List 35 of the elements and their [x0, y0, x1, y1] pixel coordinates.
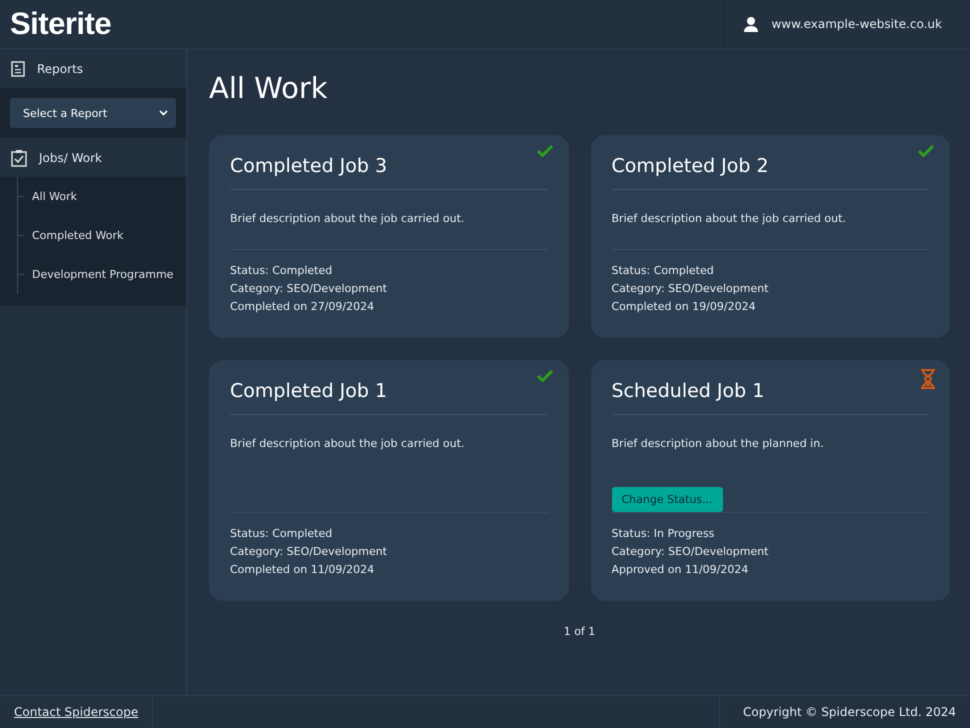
- card-title: Completed Job 1: [230, 380, 548, 415]
- page-title: All Work: [209, 71, 329, 105]
- report-icon: [11, 60, 25, 76]
- card-detail: Completed on 27/09/2024: [230, 299, 376, 315]
- card-detail: Category: SEO/Development: [230, 281, 388, 297]
- pagination-text: 1 of 1: [562, 625, 596, 638]
- user-icon: [743, 16, 760, 32]
- clipboard-check-icon: [11, 148, 27, 166]
- card-detail: Category: SEO/Development: [230, 544, 388, 560]
- card-description: Brief description about the job carried out.: [230, 437, 466, 450]
- logo[interactable]: Siterite: [10, 6, 112, 42]
- card-detail: Status: Completed: [612, 263, 715, 279]
- card-detail: Category: SEO/Development: [612, 544, 770, 560]
- sidebar-item[interactable]: All Work: [32, 190, 77, 203]
- report-select[interactable]: Select a Report: [10, 98, 176, 128]
- card-description: Brief description about the planned in.: [612, 437, 825, 450]
- card-detail: Category: SEO/Development: [612, 281, 770, 297]
- card-description: Brief description about the job carried out.: [230, 212, 466, 225]
- account-url[interactable]: www.example-website.co.uk: [771, 17, 942, 31]
- sidebar-item[interactable]: Development Programme: [32, 268, 174, 281]
- card-title: Scheduled Job 1: [612, 380, 929, 415]
- card-detail: Status: Completed: [230, 526, 334, 542]
- card-detail: Completed on 11/09/2024: [230, 562, 376, 578]
- change-status-button[interactable]: Change Status...: [612, 487, 723, 512]
- sidebar-item[interactable]: Completed Work: [32, 229, 124, 242]
- chevron-down-icon: [159, 110, 168, 116]
- card-detail: Status: Completed: [230, 263, 334, 279]
- contact-link[interactable]: Contact Spiderscope: [14, 705, 138, 719]
- copyright-text: Copyright © Spiderscope Ltd. 2024: [743, 705, 956, 719]
- card-detail: Status: In Progress: [612, 526, 716, 542]
- card-title: Completed Job 3: [230, 155, 548, 190]
- card-detail: Completed on 19/09/2024: [612, 299, 757, 315]
- card-description: Brief description about the job carried out.: [612, 212, 847, 225]
- card-detail: Approved on 11/09/2024: [612, 562, 750, 578]
- card-title: Completed Job 2: [612, 155, 929, 190]
